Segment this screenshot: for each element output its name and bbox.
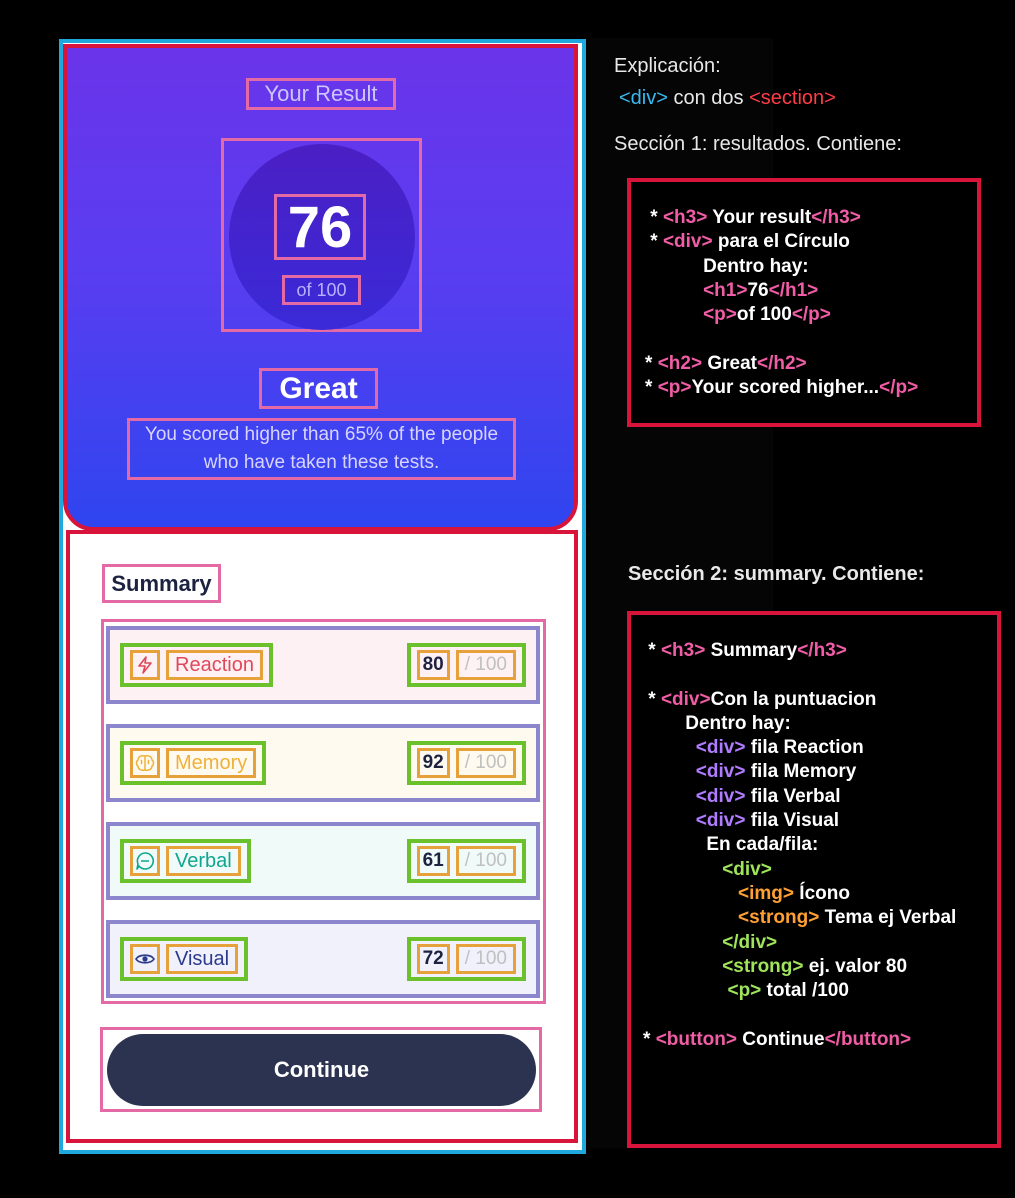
score-value: 92: [416, 748, 450, 778]
category-label: Verbal: [166, 846, 241, 876]
brain-icon: [130, 748, 160, 778]
summary-row-verbal: Verbal 61 / 100: [106, 822, 540, 900]
category: Verbal: [120, 839, 251, 883]
lightning-icon: [130, 650, 160, 680]
score: 80 / 100: [406, 643, 526, 687]
continue-button[interactable]: Continue: [107, 1034, 536, 1106]
score-value: 61: [416, 846, 450, 876]
result-description: You scored higher than 65% of the people…: [127, 418, 516, 480]
category: Visual: [120, 937, 249, 981]
summary-title: Summary: [102, 564, 221, 603]
score-total: / 100: [455, 748, 516, 778]
score: 72 / 100: [406, 937, 526, 981]
score-value: 76: [274, 194, 366, 260]
category-label: Visual: [166, 944, 239, 974]
category: Memory: [120, 741, 267, 785]
rating-label: Great: [259, 368, 378, 409]
category-label: Memory: [166, 748, 257, 778]
section2-heading: Sección 2: summary. Contiene:: [628, 563, 925, 585]
score-total: / 100: [455, 944, 516, 974]
score-total: / 100: [455, 846, 516, 876]
section1-heading: Sección 1: resultados. Contiene:: [614, 133, 902, 155]
score-value: 72: [416, 944, 450, 974]
section1-code-box: * <h3> Your result</h3> * <div> para el …: [627, 178, 981, 427]
category-label: Reaction: [166, 650, 263, 680]
structure-text: con dos: [673, 87, 744, 109]
score: 61 / 100: [406, 839, 526, 883]
score-total: / 100: [455, 650, 516, 680]
explanation-title: Explicación:: [614, 55, 721, 77]
section2-code: * <h3> Summary</h3> * <div>Con la puntua…: [643, 640, 957, 1050]
explanation-structure: <div> con dos <section>: [619, 87, 836, 110]
structure-section-tag: <section>: [749, 87, 836, 109]
summary-row-visual: Visual 72 / 100: [106, 920, 540, 998]
score: 92 / 100: [406, 741, 526, 785]
score-total: of 100: [282, 275, 361, 305]
summary-row-reaction: Reaction 80 / 100: [106, 626, 540, 704]
chat-icon: [130, 846, 160, 876]
structure-div-tag: <div>: [619, 87, 668, 109]
eye-icon: [130, 944, 160, 974]
section1-code: * <h3> Your result</h3> * <div> para el …: [645, 207, 919, 399]
category: Reaction: [120, 643, 273, 687]
score-value: 80: [416, 650, 450, 680]
summary-row-memory: Memory 92 / 100: [106, 724, 540, 802]
result-title: Your Result: [246, 78, 396, 110]
section2-code-box: * <h3> Summary</h3> * <div>Con la puntua…: [627, 611, 1001, 1148]
